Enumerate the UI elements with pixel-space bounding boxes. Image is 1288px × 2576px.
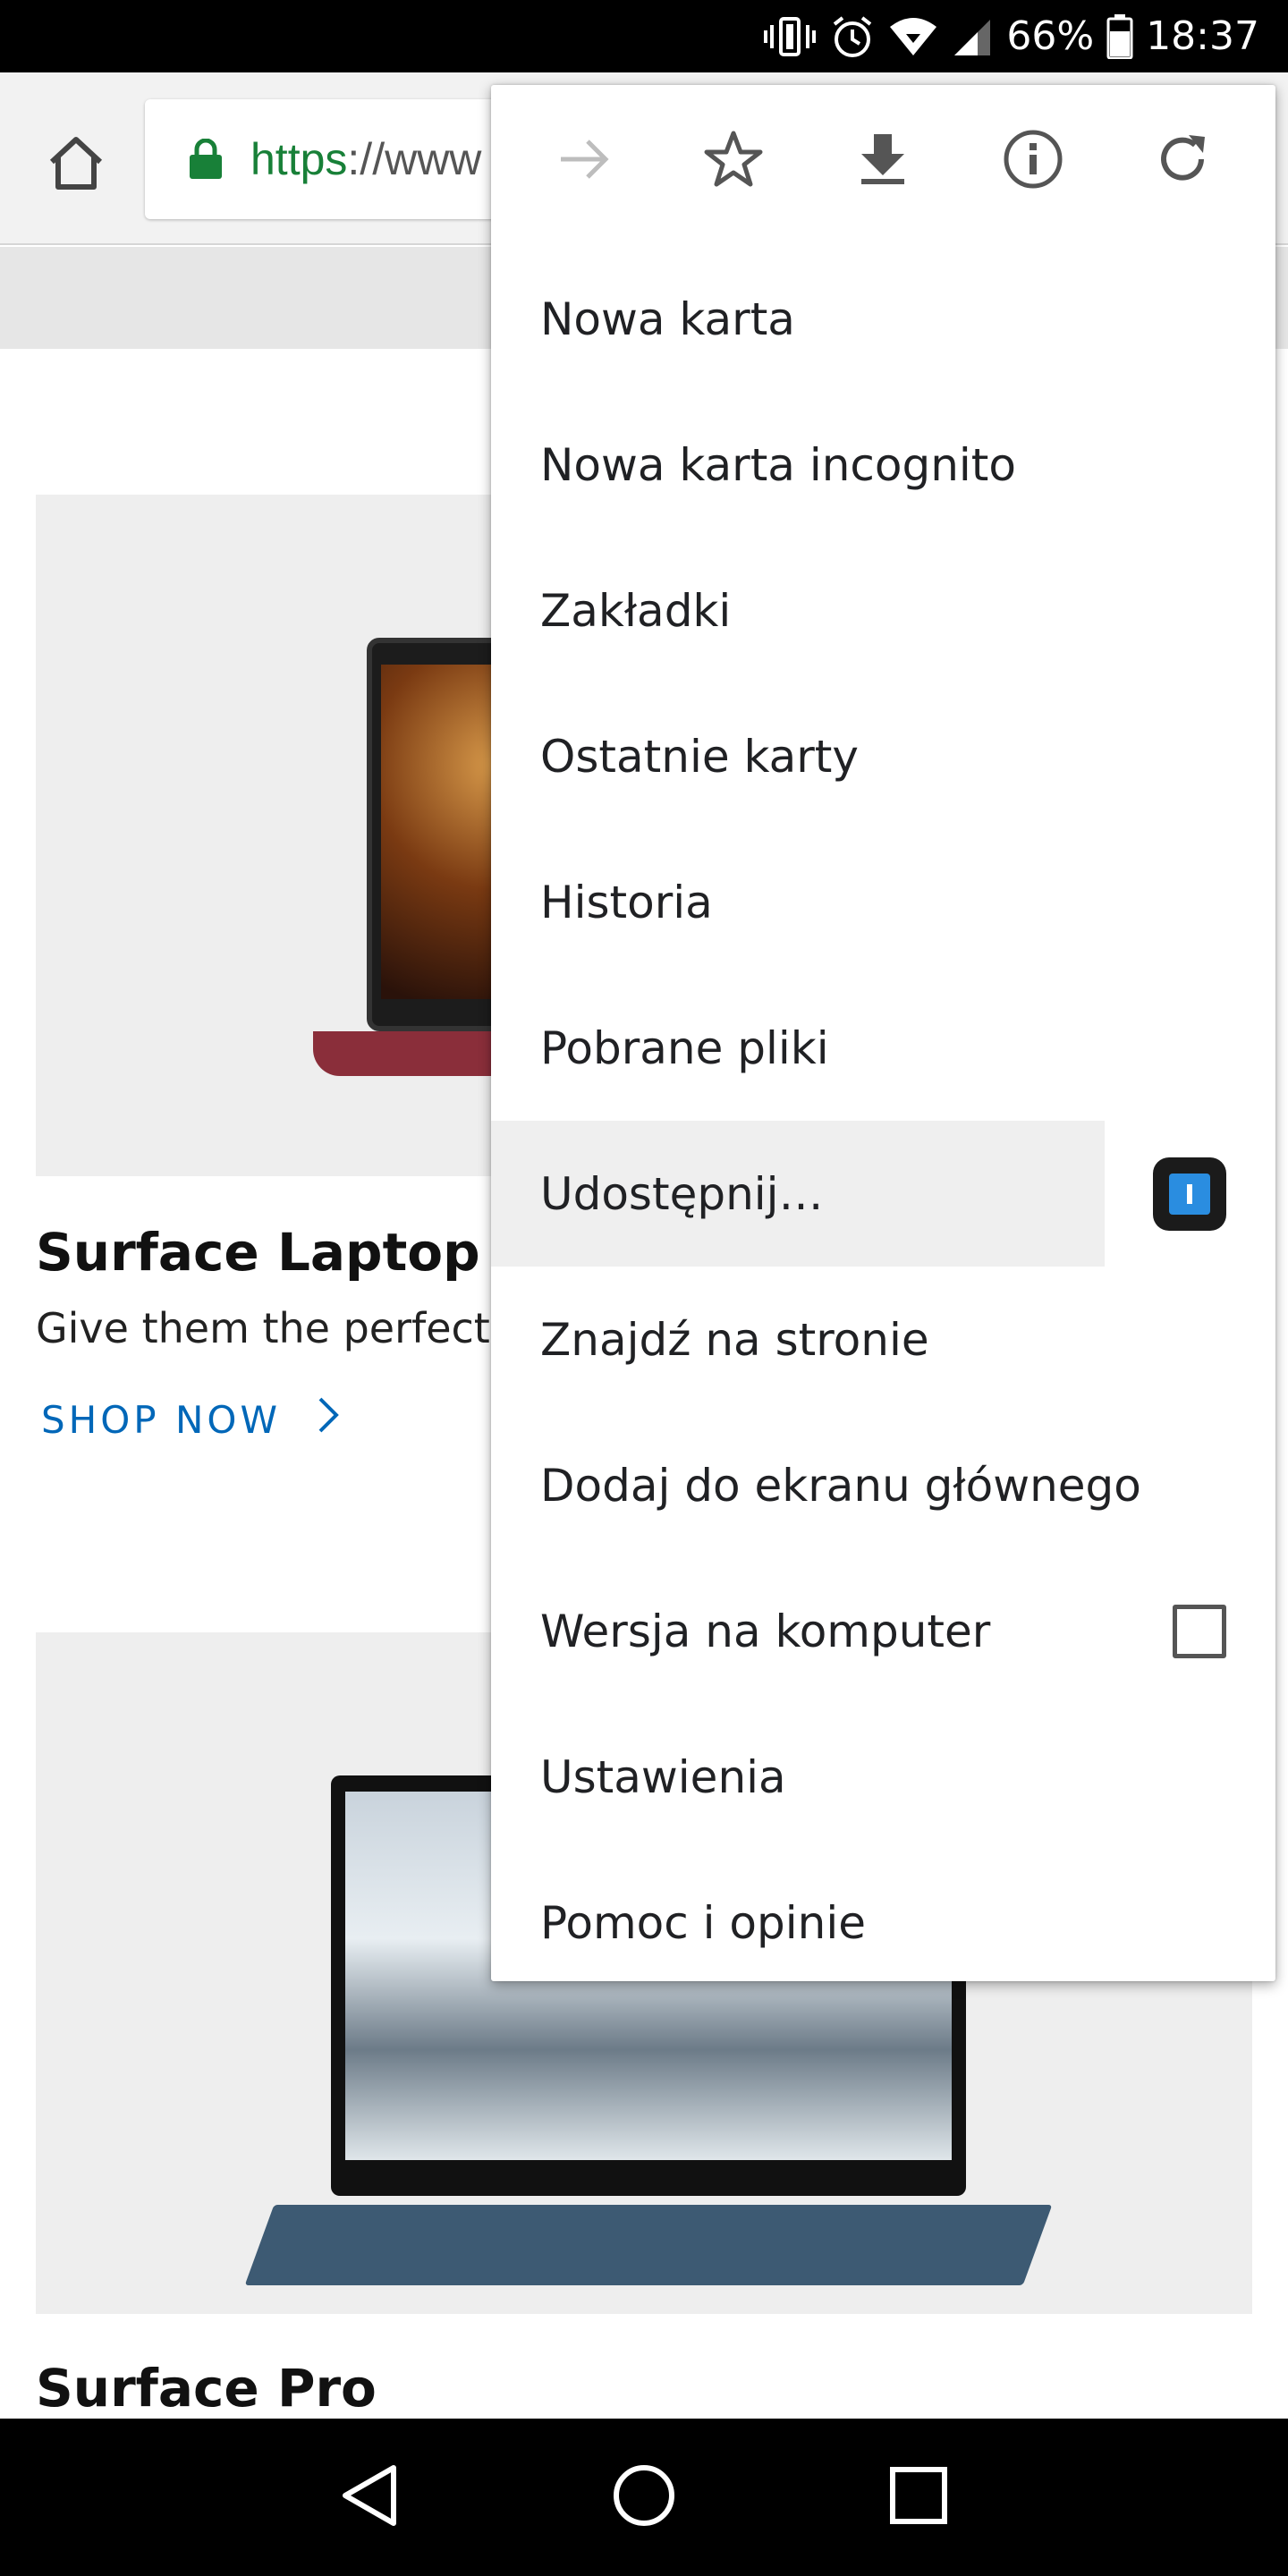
product-title[interactable]: Surface Pro (36, 2358, 377, 2419)
url-rest: ://www (347, 134, 482, 184)
clock: 18:37 (1146, 13, 1259, 59)
lock-icon (188, 138, 224, 180)
tablet-keyboard (244, 2205, 1053, 2285)
battery-icon (1106, 13, 1133, 59)
url-scheme: https (250, 134, 348, 184)
chevron-right-icon (317, 1395, 340, 1444)
menu-item-label: Nowa karta incognito (540, 438, 1017, 491)
browser-overflow-menu: Nowa karta Nowa karta incognito Zakładki… (491, 85, 1275, 1981)
menu-item-settings[interactable]: Ustawienia (491, 1704, 1275, 1850)
share-app-icon[interactable] (1153, 1157, 1226, 1231)
bookmark-button[interactable] (689, 116, 778, 206)
reload-icon (1153, 130, 1212, 193)
download-button[interactable] (838, 116, 928, 206)
home-icon (45, 131, 107, 199)
menu-item-label: Pobrane pliki (540, 1021, 829, 1074)
recents-button[interactable] (869, 2448, 968, 2546)
shop-now-label: SHOP NOW (41, 1397, 281, 1442)
menu-item-label: Nowa karta (540, 292, 795, 345)
menu-item-label: Wersja na komputer (540, 1605, 991, 1657)
menu-item-add-to-home-screen[interactable]: Dodaj do ekranu głównego (491, 1412, 1275, 1558)
menu-item-bookmarks[interactable]: Zakładki (491, 538, 1275, 683)
menu-item-recent-tabs[interactable]: Ostatnie karty (491, 683, 1275, 829)
menu-item-label: Znajdź na stronie (540, 1313, 929, 1366)
menu-item-label: Ostatnie karty (540, 730, 859, 783)
battery-percent: 66% (1006, 13, 1095, 59)
menu-item-find-in-page[interactable]: Znajdź na stronie (491, 1267, 1275, 1412)
back-icon (338, 2462, 401, 2533)
page-info-button[interactable] (988, 116, 1078, 206)
menu-item-label: Dodaj do ekranu głównego (540, 1459, 1141, 1512)
desktop-site-checkbox[interactable] (1173, 1604, 1226, 1658)
menu-item-label: Zakładki (540, 584, 732, 637)
menu-item-label: Udostępnij… (540, 1167, 824, 1220)
menu-item-label: Historia (540, 876, 713, 928)
home-circle-icon (611, 2462, 677, 2533)
menu-list: Nowa karta Nowa karta incognito Zakładki… (491, 246, 1275, 1996)
signal-icon (951, 16, 994, 57)
home-button[interactable] (36, 124, 116, 205)
alarm-icon (829, 13, 876, 60)
menu-item-label: Pomoc i opinie (540, 1896, 866, 1949)
bookmark-star-icon (702, 128, 765, 195)
menu-item-downloads[interactable]: Pobrane pliki (491, 975, 1275, 1121)
menu-item-label: Ustawienia (540, 1750, 786, 1803)
vibrate-icon (763, 14, 817, 59)
menu-item-new-tab[interactable]: Nowa karta (491, 246, 1275, 392)
reload-button[interactable] (1138, 116, 1227, 206)
forward-button[interactable] (539, 116, 629, 206)
menu-item-history[interactable]: Historia (491, 829, 1275, 975)
recents-icon (888, 2465, 949, 2530)
menu-item-share[interactable]: Udostępnij… (491, 1121, 1275, 1267)
url-text: https://www (250, 133, 481, 185)
product-description: Give them the perfect l (36, 1304, 515, 1352)
shop-now-link[interactable]: SHOP NOW (41, 1395, 340, 1444)
download-icon (854, 131, 911, 192)
forward-icon (555, 131, 613, 192)
info-icon (1002, 128, 1064, 195)
wifi-icon (888, 16, 938, 57)
menu-item-help-feedback[interactable]: Pomoc i opinie (491, 1850, 1275, 1996)
system-navigation-bar (0, 2419, 1288, 2576)
menu-item-new-incognito-tab[interactable]: Nowa karta incognito (491, 392, 1275, 538)
product-title[interactable]: Surface Laptop (36, 1222, 480, 1283)
home-nav-button[interactable] (595, 2448, 693, 2546)
menu-item-desktop-site[interactable]: Wersja na komputer (491, 1558, 1275, 1704)
back-button[interactable] (320, 2448, 419, 2546)
status-bar: 66% 18:37 (0, 0, 1288, 72)
menu-icon-row (491, 85, 1275, 237)
